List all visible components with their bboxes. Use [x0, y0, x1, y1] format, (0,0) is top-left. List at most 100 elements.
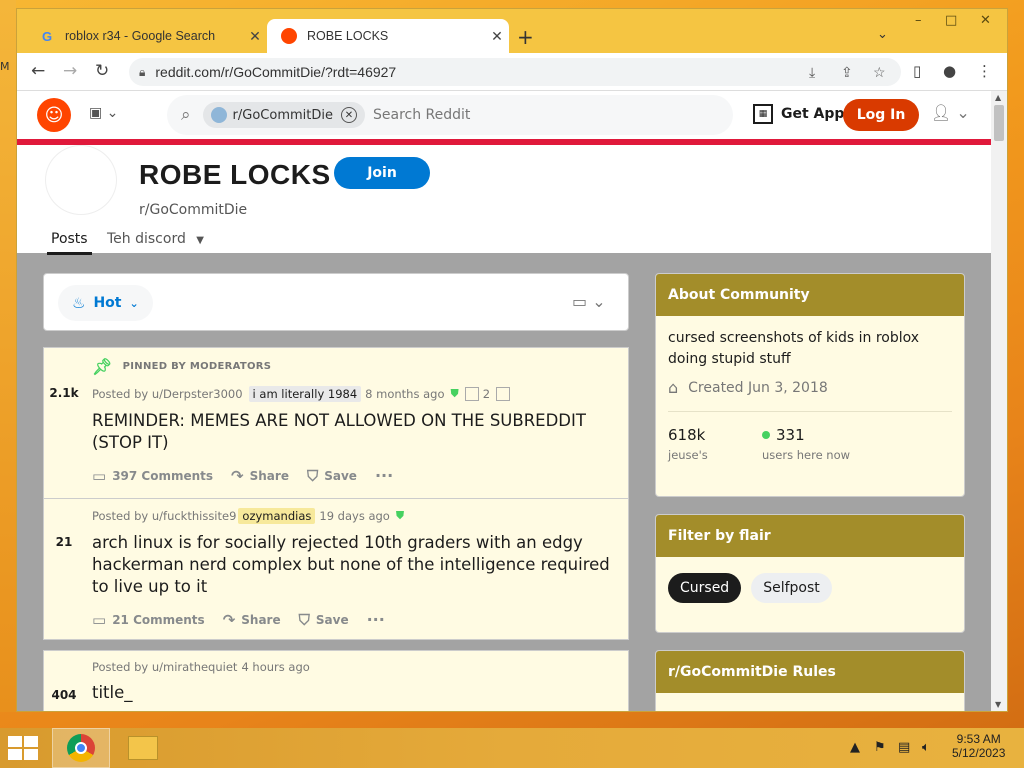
post-time: 8 months ago: [365, 387, 445, 401]
more-options-icon[interactable]: ···: [367, 610, 385, 629]
tab-discord[interactable]: Teh discord ▼: [107, 231, 204, 247]
bookmark-icon: ⛉: [306, 466, 319, 485]
chevron-down-icon: ⌄: [129, 296, 139, 310]
post-card[interactable]: 2.1k 📌︎ PINNED BY MODERATORS Posted by u…: [43, 347, 629, 499]
new-tab-button[interactable]: +: [517, 25, 534, 49]
view-layout-icon[interactable]: ▭ ⌄: [572, 292, 606, 311]
minimize-button[interactable]: –: [915, 13, 922, 28]
vote-count: 404: [44, 651, 84, 711]
chrome-icon: [67, 734, 95, 762]
share-button[interactable]: ↷ Share: [223, 611, 281, 629]
login-button[interactable]: Log In: [843, 99, 919, 131]
more-options-icon[interactable]: ···: [375, 466, 393, 485]
post-author[interactable]: Posted by u/fuckthissite9: [92, 509, 236, 523]
taskbar-chrome[interactable]: [52, 728, 110, 768]
google-icon: G: [41, 28, 53, 44]
tab-posts[interactable]: Posts: [47, 231, 92, 255]
post-title[interactable]: arch linux is for socially rejected 10th…: [92, 532, 618, 598]
about-community-card: About Community cursed screenshots of ki…: [655, 273, 965, 497]
get-app-button[interactable]: ▦ Get App: [753, 104, 844, 124]
card-header: Filter by flair: [656, 515, 964, 557]
post-author[interactable]: Posted by u/Derpster3000: [92, 387, 243, 401]
card-header: About Community: [656, 274, 964, 316]
reddit-logo-icon[interactable]: ☺: [37, 98, 71, 132]
clear-chip-icon[interactable]: ✕: [340, 107, 357, 123]
post-actions: ▭ 21 Comments ↷ Share ⛉ Save ···: [92, 610, 618, 629]
tab-google-search[interactable]: G roblox r34 - Google Search ✕: [25, 19, 267, 53]
side-panel-icon[interactable]: ▯: [913, 62, 921, 80]
caret-down-icon: ▼: [196, 235, 204, 246]
volume-muted-icon[interactable]: 🔈︎: [922, 740, 930, 755]
user-menu-icon[interactable]: 👤︎ ⌄: [931, 103, 970, 122]
system-clock[interactable]: 9:53 AM 5/12/2023: [952, 732, 1005, 760]
flair-list: Cursed Selfpost: [668, 573, 952, 603]
address-bar[interactable]: 🔒︎ reddit.com/r/GoCommitDie/?rdt=46927 ⤓…: [129, 58, 901, 86]
tray-expand-icon[interactable]: ▲: [850, 740, 860, 755]
pinned-label: 📌︎ PINNED BY MODERATORS: [92, 357, 272, 376]
join-button[interactable]: Join: [334, 157, 430, 189]
save-button[interactable]: ⛉ Save: [299, 611, 349, 629]
reddit-icon: [281, 28, 297, 44]
flair-cursed-button[interactable]: Cursed: [668, 573, 742, 603]
tab-strip: G roblox r34 - Google Search ✕ ROBE LOCK…: [17, 9, 1007, 53]
bookmark-star-icon[interactable]: ☆: [873, 64, 886, 81]
scrollbar-thumb[interactable]: [994, 105, 1004, 141]
flair-selfpost-button[interactable]: Selfpost: [751, 573, 832, 603]
post-title[interactable]: title_: [92, 682, 618, 704]
subreddit-search-chip[interactable]: r/GoCommitDie ✕: [202, 102, 365, 128]
back-arrow-icon[interactable]: ←: [31, 61, 45, 81]
cake-icon: ⌂: [668, 378, 679, 397]
page-scrollbar[interactable]: ▲ ▼: [991, 91, 1007, 711]
post-meta: Posted by u/Derpster3000 i am literally …: [92, 386, 618, 402]
windows-start-icon[interactable]: [8, 736, 38, 760]
forward-arrow-icon[interactable]: →: [63, 61, 77, 81]
post-meta: Posted by u/fuckthissite9 ozymandias 19 …: [92, 508, 618, 524]
post-author[interactable]: Posted by u/mirathequiet: [92, 660, 237, 674]
share-icon[interactable]: ⇪: [841, 64, 853, 81]
close-tab-icon[interactable]: ✕: [485, 28, 509, 45]
vote-count: 21: [44, 499, 84, 639]
folder-icon: [128, 736, 158, 760]
post-card[interactable]: 404 Posted by u/mirathequiet 4 hours ago…: [43, 650, 629, 711]
bookmark-icon: ⛉: [298, 610, 310, 629]
share-arrow-icon: ↷: [231, 466, 244, 485]
post-time: 4 hours ago: [241, 660, 310, 674]
community-stats: 618k jeuse's 331 users here now: [668, 411, 952, 462]
flame-icon: ♨: [72, 294, 86, 312]
search-icon: ⌕: [181, 105, 191, 125]
vote-count: 2.1k: [44, 348, 84, 498]
install-icon[interactable]: ⤓: [809, 64, 815, 81]
maximize-button[interactable]: □: [945, 13, 957, 28]
subreddit-chip-icon: [210, 107, 227, 123]
created-date: ⌂ Created Jun 3, 2018: [668, 378, 828, 397]
comment-icon: ▭: [92, 466, 107, 485]
post-time: 19 days ago: [319, 509, 390, 523]
post-actions: ▭ 397 Comments ↷ Share ⛉ Save ···: [92, 466, 618, 485]
tab-search-chevron-icon[interactable]: ⌄: [877, 27, 888, 42]
share-button[interactable]: ↷ Share: [231, 467, 289, 485]
award-count: 2: [482, 387, 491, 401]
browser-menu-icon[interactable]: ⋮: [977, 62, 992, 80]
subreddit-icon: [45, 145, 117, 215]
tab-robe-locks[interactable]: ROBE LOCKS ✕: [267, 19, 509, 53]
home-dropdown[interactable]: ▣ ⌄: [89, 105, 118, 121]
action-center-flag-icon[interactable]: ⚑: [874, 740, 886, 755]
comments-button[interactable]: ▭ 21 Comments: [92, 611, 205, 629]
post-card[interactable]: 21 Posted by u/fuckthissite9 ozymandias …: [43, 499, 629, 640]
close-window-button[interactable]: ✕: [980, 13, 991, 28]
online-dot-icon: [762, 431, 770, 439]
network-icon[interactable]: ▤: [898, 740, 910, 755]
scroll-up-icon[interactable]: ▲: [995, 93, 1001, 102]
reddit-search-bar[interactable]: ⌕ r/GoCommitDie ✕ Search Reddit: [167, 95, 733, 135]
close-tab-icon[interactable]: ✕: [243, 28, 267, 45]
comments-button[interactable]: ▭ 397 Comments: [92, 467, 213, 485]
post-title[interactable]: REMINDER: MEMES ARE NOT ALLOWED ON THE S…: [92, 410, 618, 454]
card-header: r/GoCommitDie Rules: [656, 651, 964, 693]
scroll-down-icon[interactable]: ▼: [995, 700, 1001, 709]
save-button[interactable]: ⛉ Save: [307, 467, 357, 485]
post-meta: Posted by u/mirathequiet 4 hours ago: [92, 660, 618, 674]
profile-avatar-icon[interactable]: ●: [943, 62, 956, 80]
reload-icon[interactable]: ↻: [95, 61, 109, 81]
sort-hot-button[interactable]: ♨ Hot ⌄: [58, 285, 153, 321]
taskbar-file-explorer[interactable]: [114, 728, 172, 768]
